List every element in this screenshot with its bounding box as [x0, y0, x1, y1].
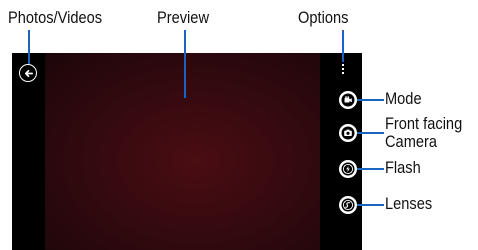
- lenses-label: Lenses: [385, 194, 433, 213]
- photos-videos-button[interactable]: [19, 64, 37, 82]
- video-camera-icon: [341, 93, 355, 107]
- front-facing-camera-button[interactable]: [339, 124, 357, 142]
- flash-button[interactable]: [339, 160, 357, 178]
- lenses-button[interactable]: [339, 196, 357, 214]
- camera-preview: [45, 53, 320, 250]
- preview-label: Preview: [157, 8, 210, 27]
- mode-label: Mode: [385, 89, 422, 108]
- front-facing-camera-callout-line: [357, 132, 384, 134]
- lenses-callout-line: [357, 204, 384, 206]
- vertical-dots-icon: [342, 64, 344, 66]
- options-callout-line: [342, 30, 344, 62]
- preview-callout-line: [184, 30, 186, 98]
- flash-callout-line: [357, 168, 384, 170]
- lenses-icon: [341, 198, 355, 212]
- front-facing-camera-label-line2: Camera: [385, 132, 438, 151]
- photos-videos-label: Photos/Videos: [8, 8, 103, 27]
- photos-videos-callout-line: [28, 30, 30, 65]
- flash-icon: [341, 162, 355, 176]
- mode-callout-line: [357, 99, 384, 101]
- options-label: Options: [298, 8, 349, 27]
- options-button[interactable]: [341, 64, 345, 76]
- front-facing-camera-label-line1: Front facing: [385, 114, 463, 133]
- mode-button[interactable]: [339, 91, 357, 109]
- back-arrow-icon: [24, 69, 33, 77]
- camera-switch-icon: [341, 126, 355, 140]
- flash-label: Flash: [385, 158, 421, 177]
